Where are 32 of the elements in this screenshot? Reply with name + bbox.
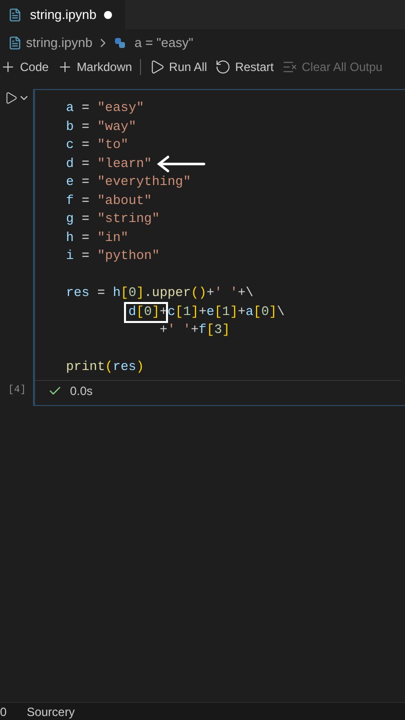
python-icon: [114, 37, 126, 49]
code-line: c = "to": [66, 136, 128, 154]
code-line: h = "in": [66, 228, 128, 246]
execution-count: [4]: [8, 384, 26, 398]
code-line: e = "everything": [66, 173, 191, 191]
code-line: d[0]+c[1]+e[1]+a[0]\: [127, 302, 285, 320]
code-line: a = "easy": [66, 99, 144, 117]
code-line: res = h[0].upper()+' '+\: [66, 284, 254, 302]
code-line: i = "python": [66, 247, 160, 265]
code-line: print(res): [66, 358, 144, 376]
toolbar-button[interactable]: Run All: [149, 58, 208, 76]
breadcrumb-item[interactable]: string.ipynb: [26, 33, 92, 53]
restart-icon: [215, 59, 232, 75]
execution-time: 0.0s: [70, 382, 93, 400]
run-icon: [149, 59, 166, 75]
breadcrumb-item[interactable]: a = "easy": [134, 33, 194, 53]
status-item[interactable]: Sourcery: [26, 702, 75, 720]
code-line: +' '+f[3]: [158, 321, 230, 339]
notebook-icon: [8, 36, 22, 50]
problems-count[interactable]: 0: [0, 702, 7, 720]
run-cell-icon[interactable]: [4, 91, 18, 105]
toolbar-button[interactable]: Restart: [215, 58, 274, 76]
toolbar-button[interactable]: Markdown: [56, 58, 132, 76]
plus-icon: [0, 59, 16, 75]
editor-tab[interactable]: string.ipynb: [0, 0, 125, 29]
code-line: b = "way": [66, 118, 136, 136]
notebook-icon: [8, 8, 22, 22]
code-line: d = "learn": [66, 154, 152, 172]
toolbar-button[interactable]: Code: [0, 58, 49, 76]
clear-list-icon: [282, 59, 298, 75]
code-line: f = "about": [66, 192, 152, 210]
code-line: g = "string": [66, 210, 160, 228]
